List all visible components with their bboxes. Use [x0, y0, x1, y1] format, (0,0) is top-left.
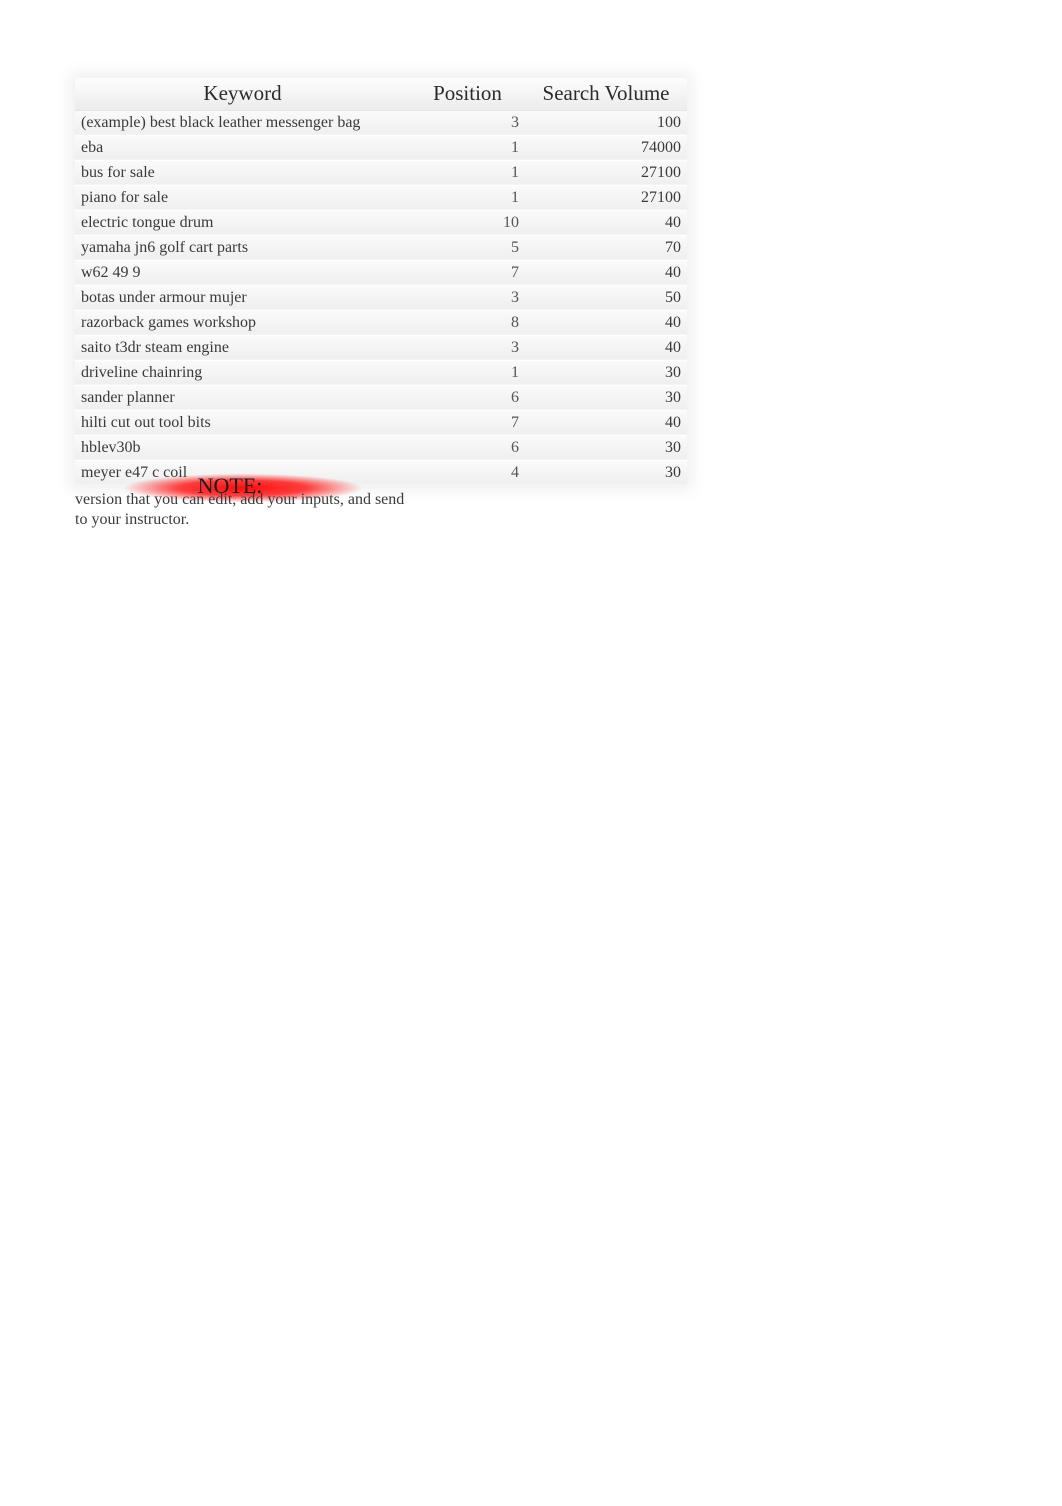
cell-position: 3 — [410, 335, 525, 360]
table-row: razorback games workshop840 — [75, 310, 687, 335]
cell-keyword: razorback games workshop — [75, 310, 410, 335]
table-row: hblev30b630 — [75, 435, 687, 460]
table-row: w62 49 9740 — [75, 260, 687, 285]
cell-volume: 40 — [525, 260, 687, 285]
cell-volume: 27100 — [525, 185, 687, 210]
cell-position: 6 — [410, 385, 525, 410]
cell-position: 1 — [410, 185, 525, 210]
cell-position: 1 — [410, 360, 525, 385]
cell-keyword: hblev30b — [75, 435, 410, 460]
cell-volume: 27100 — [525, 160, 687, 185]
cell-volume: 70 — [525, 235, 687, 260]
cell-keyword: bus for sale — [75, 160, 410, 185]
note-text: version that you can edit, add your inpu… — [75, 478, 415, 530]
cell-volume: 40 — [525, 410, 687, 435]
cell-keyword: hilti cut out tool bits — [75, 410, 410, 435]
cell-position: 8 — [410, 310, 525, 335]
header-position: Position — [410, 78, 525, 110]
cell-keyword: electric tongue drum — [75, 210, 410, 235]
cell-keyword: driveline chainring — [75, 360, 410, 385]
cell-volume: 30 — [525, 360, 687, 385]
note-area: NOTE: version that you can edit, add you… — [75, 478, 415, 530]
cell-keyword: w62 49 9 — [75, 260, 410, 285]
table-row: electric tongue drum1040 — [75, 210, 687, 235]
keyword-table: Keyword Position Search Volume (example)… — [75, 78, 687, 485]
table-row: piano for sale127100 — [75, 185, 687, 210]
cell-volume: 40 — [525, 310, 687, 335]
cell-volume: 100 — [525, 110, 687, 135]
table-row: hilti cut out tool bits740 — [75, 410, 687, 435]
cell-position: 3 — [410, 285, 525, 310]
cell-volume: 74000 — [525, 135, 687, 160]
cell-position: 6 — [410, 435, 525, 460]
cell-keyword: eba — [75, 135, 410, 160]
cell-position: 1 — [410, 160, 525, 185]
table-row: (example) best black leather messenger b… — [75, 110, 687, 135]
cell-position: 5 — [410, 235, 525, 260]
table-row: bus for sale127100 — [75, 160, 687, 185]
table-row: yamaha jn6 golf cart parts570 — [75, 235, 687, 260]
cell-position: 4 — [410, 460, 525, 485]
table-row: eba174000 — [75, 135, 687, 160]
cell-volume: 40 — [525, 335, 687, 360]
cell-position: 3 — [410, 110, 525, 135]
cell-position: 1 — [410, 135, 525, 160]
header-keyword: Keyword — [75, 78, 410, 110]
keyword-table-container: Keyword Position Search Volume (example)… — [75, 78, 687, 485]
cell-keyword: sander planner — [75, 385, 410, 410]
table-row: driveline chainring130 — [75, 360, 687, 385]
cell-keyword: botas under armour mujer — [75, 285, 410, 310]
cell-position: 7 — [410, 410, 525, 435]
cell-volume: 40 — [525, 210, 687, 235]
cell-volume: 30 — [525, 435, 687, 460]
cell-volume: 50 — [525, 285, 687, 310]
table-row: sander planner630 — [75, 385, 687, 410]
table-header-row: Keyword Position Search Volume — [75, 78, 687, 110]
header-volume: Search Volume — [525, 78, 687, 110]
cell-keyword: saito t3dr steam engine — [75, 335, 410, 360]
cell-keyword: piano for sale — [75, 185, 410, 210]
table-row: botas under armour mujer350 — [75, 285, 687, 310]
cell-position: 7 — [410, 260, 525, 285]
cell-volume: 30 — [525, 460, 687, 485]
cell-keyword: yamaha jn6 golf cart parts — [75, 235, 410, 260]
table-row: saito t3dr steam engine340 — [75, 335, 687, 360]
cell-keyword: (example) best black leather messenger b… — [75, 110, 410, 135]
cell-position: 10 — [410, 210, 525, 235]
cell-volume: 30 — [525, 385, 687, 410]
